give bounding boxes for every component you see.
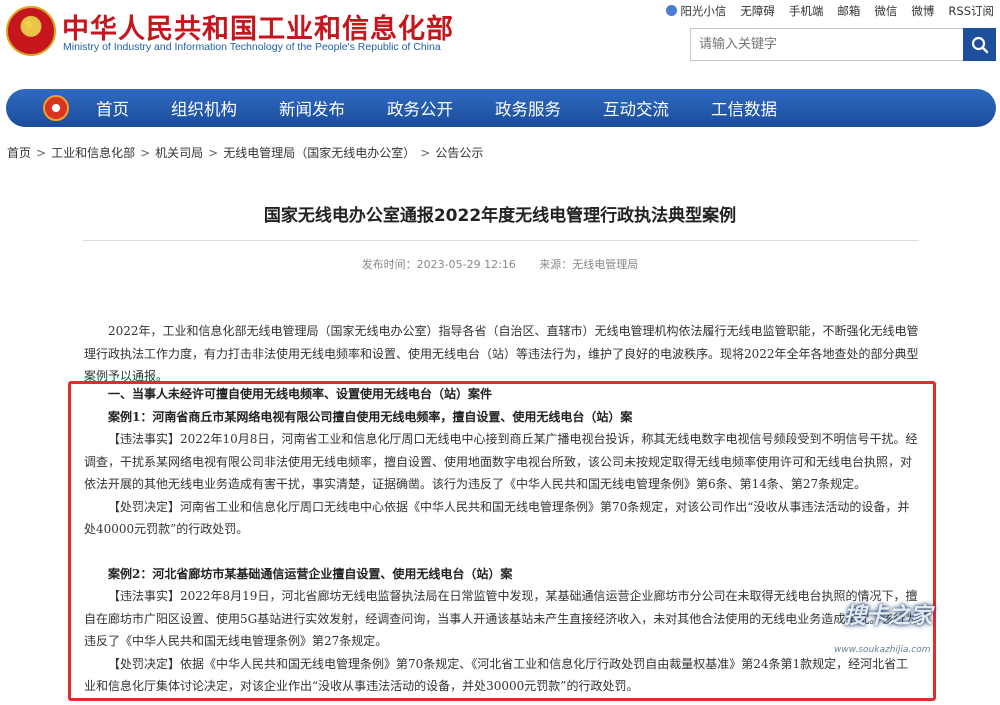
main-nav: 首页 组织机构 新闻发布 政务公开 政务服务 互动交流 工信数据 bbox=[6, 89, 996, 127]
breadcrumb-separator: > bbox=[420, 146, 431, 160]
breadcrumb-separator: > bbox=[140, 146, 151, 160]
nav-item-home[interactable]: 首页 bbox=[96, 96, 129, 120]
top-links: 阳光小信 无障碍 手机端 邮箱 微信 微博 RSS订阅 bbox=[666, 3, 994, 19]
article-meta: 发布时间：2023-05-29 12:16 来源：无线电管理局 bbox=[0, 256, 1000, 272]
nav-item-government-affairs[interactable]: 政务公开 bbox=[387, 96, 453, 120]
breadcrumb-separator: > bbox=[208, 146, 219, 160]
top-link-mail[interactable]: 邮箱 bbox=[837, 3, 860, 19]
nav-item-services[interactable]: 政务服务 bbox=[495, 96, 561, 120]
case2-facts: 【违法事实】2022年8月19日，河北省廊坊无线电监督执法局在日常监管中发现，某… bbox=[84, 589, 918, 648]
nav-item-interaction[interactable]: 互动交流 bbox=[603, 96, 669, 120]
breadcrumb-announcements[interactable]: 公告公示 bbox=[435, 146, 483, 160]
site-subtitle: Ministry of Industry and Information Tec… bbox=[63, 41, 441, 53]
publish-time: 发布时间：2023-05-29 12:16 bbox=[361, 258, 516, 271]
nav-item-organization[interactable]: 组织机构 bbox=[171, 96, 237, 120]
nav-item-data[interactable]: 工信数据 bbox=[711, 96, 777, 120]
breadcrumb-separator: > bbox=[36, 146, 47, 160]
intro-paragraph: 2022年，工业和信息化部无线电管理局（国家无线电办公室）指导各省（自治区、直辖… bbox=[84, 324, 919, 383]
search-icon bbox=[971, 36, 988, 53]
case-section: 一、当事人未经许可擅自使用无线电频率、设置使用无线电台（站）案件 案例1：河南省… bbox=[84, 383, 920, 698]
top-link-wechat[interactable]: 微信 bbox=[874, 3, 897, 19]
breadcrumb-home[interactable]: 首页 bbox=[7, 146, 31, 160]
nav-item-news[interactable]: 新闻发布 bbox=[279, 96, 345, 120]
article-title: 国家无线电办公室通报2022年度无线电管理行政执法典型案例 bbox=[263, 206, 737, 226]
breadcrumb: 首页 > 工业和信息化部 > 机关司局 > 无线电管理局（国家无线电办公室） > 公告公示 bbox=[7, 144, 483, 161]
search-box bbox=[690, 28, 996, 61]
sunshine-icon bbox=[666, 5, 678, 16]
ministry-logo-icon bbox=[43, 95, 69, 121]
top-link-rss[interactable]: RSS订阅 bbox=[948, 3, 994, 19]
search-button[interactable] bbox=[963, 28, 996, 61]
case1-title: 案例1：河南省商丘市某网络电视有限公司擅自使用无线电频率，擅自设置、使用无线电台… bbox=[108, 409, 633, 424]
top-link-sunshine[interactable]: 阳光小信 bbox=[666, 3, 726, 19]
case1-penalty: 【处罚决定】河南省工业和信息化厅周口无线电中心依据《中华人民共和国无线电管理条例… bbox=[84, 499, 910, 537]
section-heading: 一、当事人未经许可擅自使用无线电频率、设置使用无线电台（站）案件 bbox=[108, 387, 493, 401]
top-link-weibo[interactable]: 微博 bbox=[911, 3, 934, 19]
article-source: 来源：无线电管理局 bbox=[539, 258, 639, 271]
watermark-logo: 搜卡之家 bbox=[844, 604, 933, 629]
top-link-accessibility[interactable]: 无障碍 bbox=[740, 3, 775, 19]
breadcrumb-radio-bureau[interactable]: 无线电管理局（国家无线电办公室） bbox=[223, 146, 415, 160]
national-emblem-logo[interactable] bbox=[6, 6, 56, 56]
breadcrumb-ministry[interactable]: 工业和信息化部 bbox=[51, 146, 135, 160]
title-divider bbox=[83, 240, 919, 241]
breadcrumb-departments[interactable]: 机关司局 bbox=[155, 146, 203, 160]
watermark-url: www.soukazhijia.com bbox=[834, 645, 931, 655]
case2-penalty: 【处罚决定】依据《中华人民共和国无线电管理条例》第70条规定、《河北省工业和信息… bbox=[84, 656, 909, 694]
search-input[interactable] bbox=[691, 29, 963, 60]
case2-title: 案例2：河北省廊坊市某基础通信运营企业擅自设置、使用无线电台（站）案 bbox=[108, 566, 513, 581]
case1-facts: 【违法事实】2022年10月8日，河南省工业和信息化厅周口无线电中心接到商丘某广… bbox=[84, 432, 918, 491]
top-link-label: 阳光小信 bbox=[680, 4, 727, 18]
top-link-mobile[interactable]: 手机端 bbox=[789, 3, 824, 19]
